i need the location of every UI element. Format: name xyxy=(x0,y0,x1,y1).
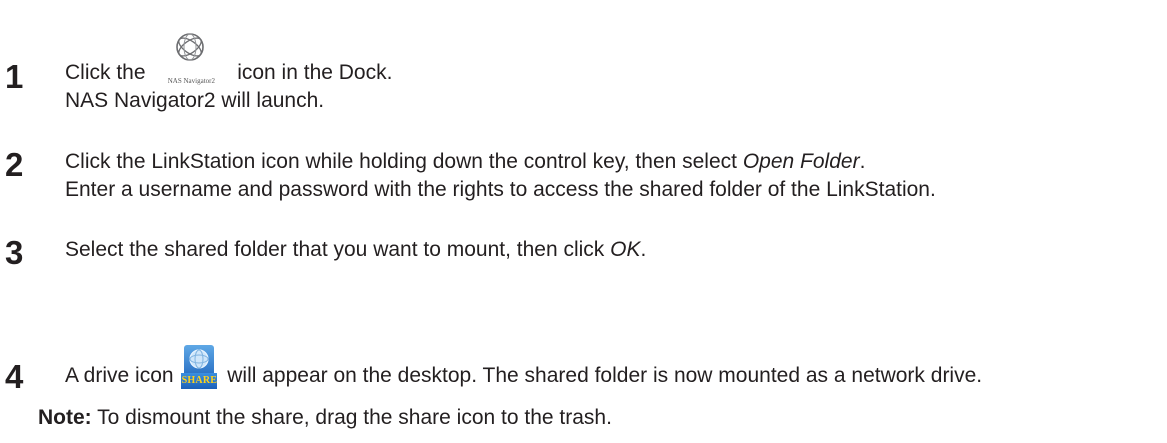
step-number: 2 xyxy=(5,146,24,183)
step-number: 1 xyxy=(5,58,24,95)
step-number: 4 xyxy=(5,358,24,395)
note-label: Note: xyxy=(38,406,92,429)
step-number: 3 xyxy=(5,234,24,271)
note: Note: To dismount the share, drag the sh… xyxy=(38,405,612,431)
step-text: Select the shared folder that you want t… xyxy=(65,238,647,261)
step-text: Click the NAS Navigator2 icon in the Doc… xyxy=(65,33,392,86)
nas-navigator-icon-label: NAS Navigator2 xyxy=(167,77,215,85)
share-drive-label: SHARE xyxy=(181,373,218,389)
step-text: A drive icon SHARE will appear on the de… xyxy=(65,345,982,389)
step-text: Click the LinkStation icon while holding… xyxy=(65,150,866,173)
note-text: To dismount the share, drag the share ic… xyxy=(91,406,612,429)
share-drive-icon: SHARE xyxy=(181,345,218,389)
nas-navigator-icon: NAS Navigator2 xyxy=(153,33,229,86)
step-result: NAS Navigator2 will launch. xyxy=(65,89,325,112)
step-detail: Enter a username and password with the r… xyxy=(65,178,936,201)
drive-globe-icon xyxy=(184,345,215,373)
